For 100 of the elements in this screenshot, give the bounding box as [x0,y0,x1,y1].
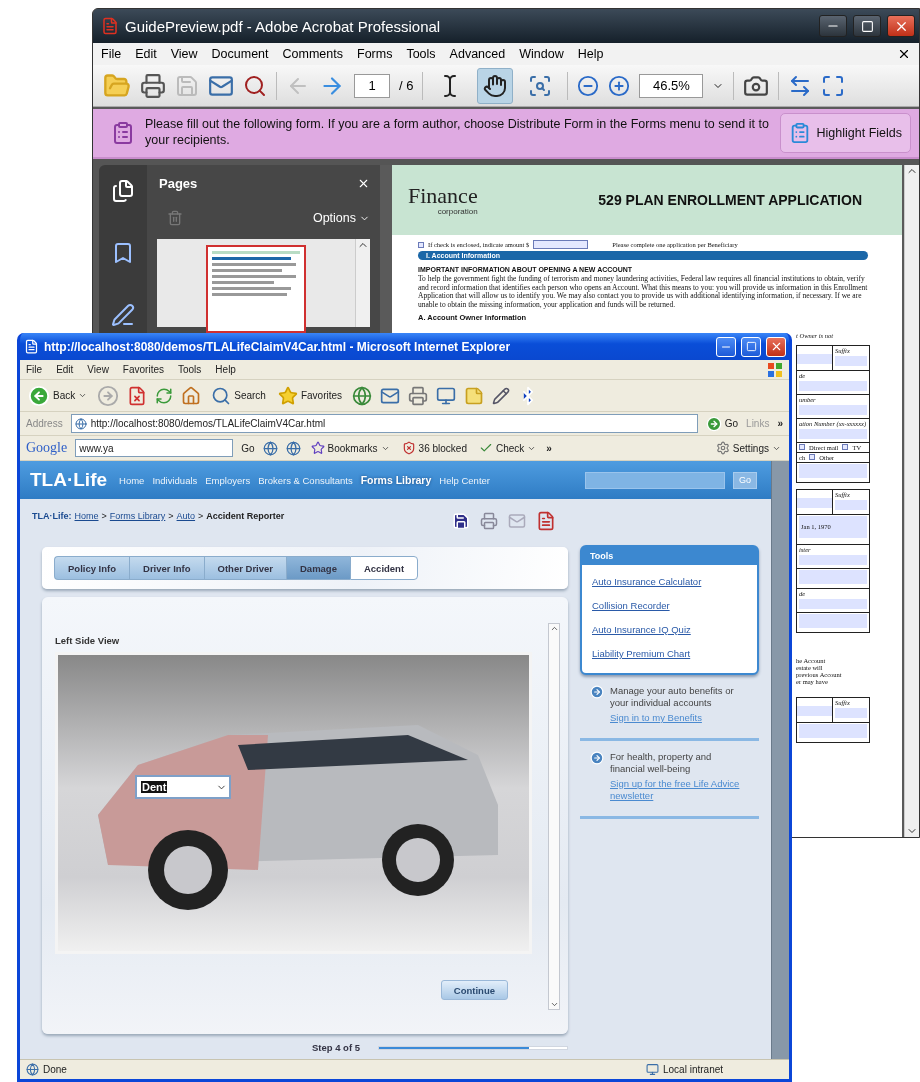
form-field[interactable] [799,569,867,584]
scrollbar[interactable] [355,239,370,327]
scroll-up-icon[interactable] [549,624,559,633]
highlight-fields-button[interactable]: Highlight Fields [779,113,911,153]
page-thumbnail[interactable] [206,245,306,333]
form-field[interactable] [799,463,867,478]
search-button[interactable]: Search [209,385,268,406]
home-icon[interactable] [181,385,202,406]
pencil-icon[interactable] [492,386,511,405]
refresh-icon[interactable] [155,386,174,405]
pages-icon[interactable] [111,179,135,203]
form-field[interactable] [835,355,867,366]
nav-link[interactable]: Forms Library [360,474,432,486]
site-search-field[interactable] [585,471,725,489]
tool-link[interactable]: Liability Premium Chart [592,648,747,659]
pen-icon[interactable] [111,303,135,327]
checkbox[interactable] [799,444,805,450]
menu-item[interactable]: Favorites [122,364,164,375]
search-icon[interactable] [243,73,267,98]
form-field[interactable] [799,554,867,565]
form-field[interactable] [799,613,867,628]
minimize-button[interactable] [819,15,847,37]
checkbox[interactable] [842,444,849,450]
scroll-down-icon[interactable] [549,1000,559,1009]
tool-link[interactable]: Auto Insurance Calculator [592,576,747,587]
globe-icon[interactable] [352,385,373,406]
amount-field[interactable] [533,240,589,249]
menu-item[interactable]: Forms [357,47,393,61]
damage-type-select[interactable]: Dent [135,775,231,799]
form-field[interactable] [797,705,832,716]
bookmarks-button[interactable]: Bookmarks [308,441,392,455]
scrollbar[interactable] [771,461,789,1059]
menu-item[interactable]: File [101,47,122,61]
step-tab[interactable]: Damage [286,556,350,580]
site-logo[interactable]: TLA·Life [30,469,108,491]
note-icon[interactable] [464,385,485,406]
form-field[interactable] [835,499,867,510]
tool-link[interactable]: Collision Recorder [592,600,747,611]
google-search-field[interactable]: www.ya [75,439,234,457]
caret-icon[interactable] [78,391,88,400]
zoom-out-icon[interactable] [577,74,600,97]
printer-icon[interactable] [408,385,429,406]
popup-blocker-button[interactable]: 36 blocked [399,441,469,455]
fit-page-icon[interactable] [821,73,846,98]
step-tab[interactable]: Other Driver [203,556,286,580]
save-icon[interactable] [452,512,470,530]
form-field[interactable] [799,404,867,415]
options-button[interactable]: Options [312,211,370,225]
breadcrumb-link[interactable]: Home [74,511,99,521]
go-button[interactable]: Go [705,415,739,432]
form-field[interactable] [799,598,867,609]
menu-item[interactable]: View [170,47,198,61]
menu-item[interactable]: Document [211,47,269,61]
maximize-button[interactable] [853,15,881,37]
menu-item[interactable]: View [87,364,109,375]
close-icon[interactable] [897,47,911,61]
step-tab[interactable]: Driver Info [129,556,204,580]
favorites-button[interactable]: Favorites [275,385,345,406]
back-button[interactable]: Back [26,384,90,407]
zoom-in-icon[interactable] [608,74,631,97]
globe-icon[interactable] [285,440,301,456]
menu-item[interactable]: Advanced [449,47,506,61]
menu-item[interactable]: Window [519,47,564,61]
monitor-icon[interactable] [436,385,457,406]
menu-item[interactable]: File [26,364,43,375]
checkbox[interactable] [809,454,816,460]
more-chevron[interactable]: » [546,442,552,454]
breadcrumb-link[interactable]: Forms Library [109,511,166,521]
printer-icon[interactable] [140,72,166,99]
step-tab[interactable]: Policy Info [54,556,130,580]
breadcrumb-link[interactable]: TLA·Life: [32,511,72,521]
tool-link[interactable]: Auto Insurance IQ Quiz [592,624,747,635]
menu-item[interactable]: Help [577,47,604,61]
form-field[interactable] [799,380,867,391]
close-button[interactable] [887,15,915,37]
go-button[interactable]: Go [241,442,255,454]
checkbox[interactable] [418,241,424,248]
trash-icon[interactable] [167,210,183,226]
form-field[interactable] [799,723,867,738]
form-field[interactable] [797,497,832,508]
scrollbar[interactable] [904,165,919,837]
pdf-file-icon[interactable] [536,511,556,531]
printer-icon[interactable] [480,512,498,530]
menu-item[interactable]: Tools [406,47,436,61]
settings-button[interactable]: Settings [713,441,783,455]
form-field[interactable] [797,353,832,364]
scrollbar[interactable] [548,623,560,1010]
menu-item[interactable]: Help [215,364,236,375]
step-tab[interactable]: Accident [349,556,419,580]
menu-item[interactable]: Comments [282,47,343,61]
globe-icon[interactable] [262,440,278,456]
menu-item[interactable]: Tools [178,364,202,375]
menu-item[interactable]: Edit [135,47,157,61]
form-field[interactable] [799,428,867,439]
address-field[interactable]: http://localhost:8080/demos/TLALifeClaimV4Car.html [70,414,698,433]
breadcrumb-link[interactable]: Auto [176,511,196,521]
menu-item[interactable]: Edit [56,364,74,375]
spell-check-button[interactable]: Check [476,441,539,455]
page-number-field[interactable]: 1 [354,73,390,98]
more-chevron[interactable]: » [777,418,783,429]
